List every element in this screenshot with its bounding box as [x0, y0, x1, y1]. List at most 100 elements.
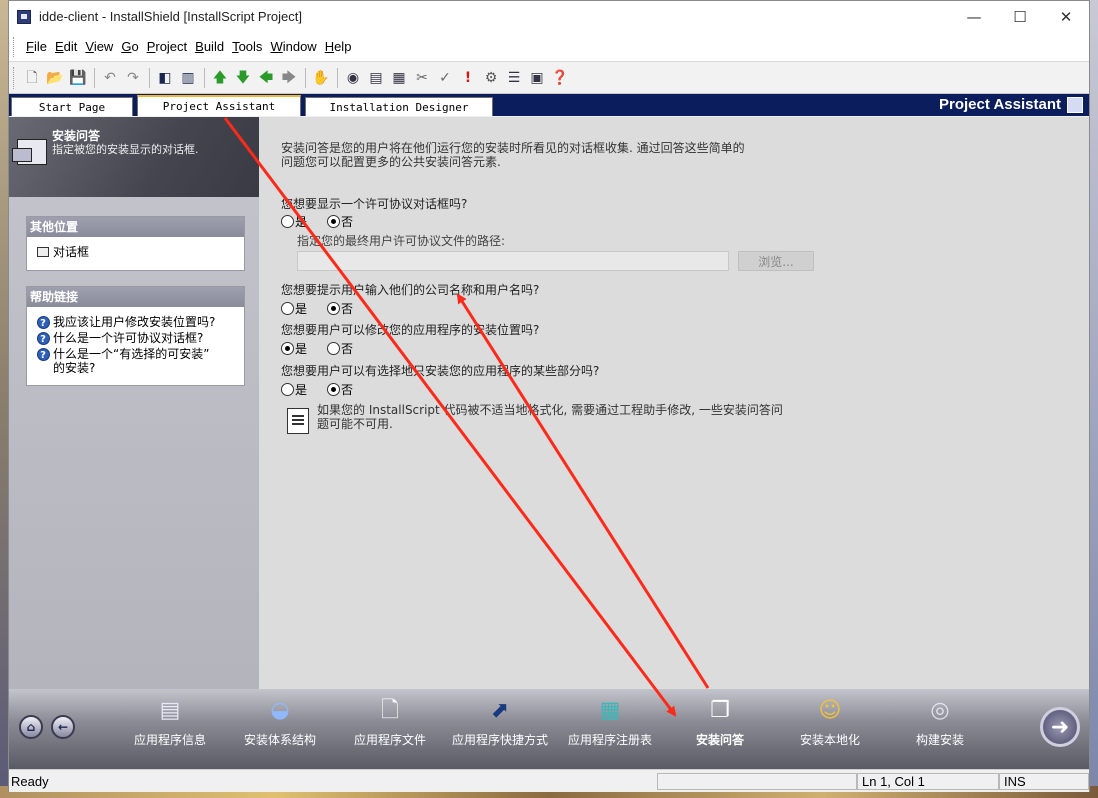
- arrow-up-icon[interactable]: 🡅: [209, 67, 231, 89]
- location-no-radio[interactable]: 否: [327, 340, 353, 357]
- view-tab-bar: Start Page Project Assistant Installatio…: [9, 94, 1089, 116]
- menu-help[interactable]: Help: [321, 37, 356, 57]
- close-button[interactable]: ✕: [1043, 1, 1089, 32]
- save-icon[interactable]: 💾: [67, 67, 89, 89]
- question-license-dialog: 您想要显示一个许可协议对话框吗?: [281, 197, 468, 211]
- calendar-icon[interactable]: ▦: [388, 67, 410, 89]
- title-bar[interactable]: idde-client - InstallShield [InstallScri…: [9, 1, 1089, 32]
- content-area: 安装问答 指定被您的安装显示的对话框. 其他位置 对话框 帮助链接 ? 我应该让…: [9, 117, 1089, 689]
- window-title: idde-client - InstallShield [InstallScri…: [39, 9, 303, 24]
- radio-button-selected[interactable]: [327, 215, 341, 228]
- validate-icon[interactable]: ✓: [434, 67, 456, 89]
- architecture-icon: ◒: [270, 698, 290, 723]
- help-link-line2: 的安装?: [53, 361, 96, 375]
- project-assistant-header-icon: [1067, 97, 1083, 113]
- radio-label-yes: 是: [295, 215, 308, 229]
- question-modify-location: 您想要用户可以修改您的应用程序的安装位置吗?: [281, 323, 540, 337]
- note-line2: 题可能不可用.: [317, 417, 393, 431]
- help-link-label: 什么是一个许可协议对话框?: [53, 331, 204, 345]
- nav-item-shortcuts[interactable]: ⬈ 应用程序快捷方式: [445, 697, 555, 748]
- help-link-license-dialog[interactable]: ? 什么是一个许可协议对话框?: [27, 329, 244, 345]
- nav-item-localization[interactable]: ☺ 安装本地化: [775, 697, 885, 748]
- nav-item-app-files[interactable]: 🗋 应用程序文件: [335, 697, 445, 748]
- back-arrow-icon[interactable]: ←: [51, 715, 75, 739]
- minimize-button[interactable]: —: [951, 1, 997, 32]
- license-path-input[interactable]: [297, 251, 729, 271]
- menu-grip[interactable]: [13, 36, 16, 57]
- selective-yes-radio[interactable]: 是: [281, 381, 307, 398]
- menu-tools[interactable]: Tools: [228, 37, 266, 57]
- menu-build[interactable]: Build: [191, 37, 228, 57]
- nav-item-installation-interview[interactable]: ❐ 安装问答: [665, 697, 775, 748]
- radio-button-selected[interactable]: [327, 302, 341, 315]
- selective-no-radio[interactable]: 否: [327, 381, 353, 398]
- nav-label: 安装本地化: [799, 733, 860, 747]
- toolbar-grip[interactable]: [13, 66, 16, 89]
- installshield-window: idde-client - InstallShield [InstallScri…: [8, 0, 1090, 792]
- tab-installation-designer[interactable]: Installation Designer: [305, 97, 493, 116]
- radio-button-selected[interactable]: [281, 342, 294, 355]
- company-yes-radio[interactable]: 是: [281, 300, 307, 317]
- radio-button[interactable]: [327, 342, 341, 355]
- home-icon[interactable]: ⌂: [19, 715, 43, 739]
- tab-project-assistant[interactable]: Project Assistant: [137, 95, 301, 116]
- status-progress: [657, 773, 857, 790]
- delete-build-icon[interactable]: ✂: [411, 67, 433, 89]
- run-icon[interactable]: ⚙: [480, 67, 502, 89]
- dialog-window-icon: [12, 139, 47, 165]
- nav-item-registry[interactable]: ▦ 应用程序注册表: [555, 697, 665, 748]
- release-icon[interactable]: ▤: [365, 67, 387, 89]
- menu-view[interactable]: View: [81, 37, 117, 57]
- arrow-left-icon[interactable]: 🡄: [255, 67, 277, 89]
- hand-icon[interactable]: ✋: [310, 67, 332, 89]
- menu-go[interactable]: Go: [117, 37, 142, 57]
- radio-button-selected[interactable]: [327, 383, 341, 396]
- error-icon[interactable]: !: [457, 67, 479, 89]
- menu-bar: File Edit View Go Project Build Tools Wi…: [9, 32, 1089, 62]
- registry-icon: ▦: [599, 698, 621, 723]
- build-cd-icon[interactable]: ◉: [342, 67, 364, 89]
- license-path-label: 指定您的最终用户许可协议文件的路径:: [297, 234, 506, 248]
- menu-edit[interactable]: Edit: [51, 37, 81, 57]
- modify-location-options: 是 否: [281, 340, 373, 357]
- help-question-icon: ?: [36, 331, 50, 345]
- license-no-radio[interactable]: 否: [327, 213, 353, 230]
- other-location-dialogs-link[interactable]: 对话框: [27, 237, 244, 259]
- menu-window[interactable]: Window: [266, 37, 320, 57]
- arrow-down-icon[interactable]: 🡇: [232, 67, 254, 89]
- nav-item-architecture[interactable]: ◒ 安装体系结构: [225, 697, 335, 748]
- status-mode: INS: [999, 773, 1089, 790]
- dialog-icon: [36, 245, 50, 259]
- menu-file[interactable]: File: [22, 37, 51, 57]
- location-yes-radio[interactable]: 是: [281, 340, 307, 357]
- open-folder-icon[interactable]: 📂: [44, 67, 66, 89]
- intro-line1: 安装问答是您的用户将在他们运行您的安装时所看见的对话框收集. 通过回答这些简单的: [281, 141, 745, 155]
- company-no-radio[interactable]: 否: [327, 300, 353, 317]
- radio-button[interactable]: [281, 302, 294, 315]
- undo-icon[interactable]: ↶: [99, 67, 121, 89]
- help-icon[interactable]: ❓: [549, 67, 571, 89]
- nav-item-build-installation[interactable]: ◎ 构建安装: [885, 697, 995, 748]
- nav-item-app-info[interactable]: ▤ 应用程序信息: [115, 697, 225, 748]
- license-yes-radio[interactable]: 是: [281, 213, 307, 230]
- license-dialog-options: 是 否: [281, 213, 373, 230]
- settings-icon[interactable]: ▣: [526, 67, 548, 89]
- arrow-right-icon[interactable]: 🡆: [278, 67, 300, 89]
- view-pane-left-icon[interactable]: ◧: [154, 67, 176, 89]
- view-pane-split-icon[interactable]: ▥: [177, 67, 199, 89]
- help-question-icon: ?: [36, 347, 50, 361]
- radio-button[interactable]: [281, 215, 294, 228]
- redo-icon[interactable]: ↷: [122, 67, 144, 89]
- menu-project[interactable]: Project: [143, 37, 191, 57]
- debug-icon[interactable]: ☰: [503, 67, 525, 89]
- help-link-modify-location[interactable]: ? 我应该让用户修改安装位置吗?: [27, 307, 244, 329]
- new-file-icon[interactable]: 🗋: [21, 67, 43, 89]
- tab-start-page[interactable]: Start Page: [11, 97, 133, 116]
- browse-button[interactable]: 浏览...: [738, 251, 814, 271]
- left-pane-subtitle: 指定被您的安装显示的对话框.: [52, 143, 199, 156]
- radio-button[interactable]: [281, 383, 294, 396]
- help-link-selectable-install[interactable]: ? 什么是一个“有选择的可安装” 的安装?: [27, 345, 244, 375]
- app-info-icon: ▤: [159, 698, 181, 723]
- next-arrow-icon[interactable]: ➜: [1040, 707, 1080, 747]
- maximize-button[interactable]: ☐: [997, 1, 1043, 32]
